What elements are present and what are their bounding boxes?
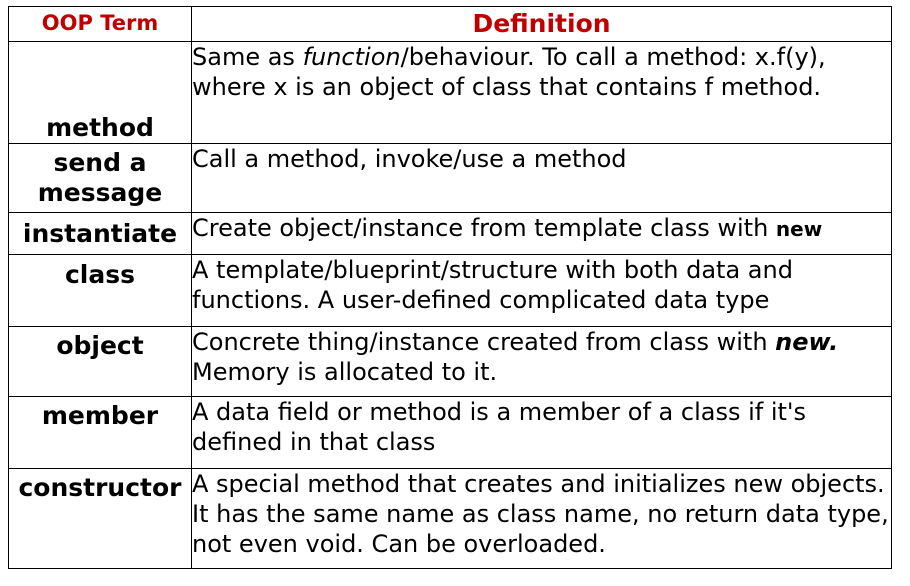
definition-cell: Call a method, invoke/use a method (191, 143, 892, 213)
table-row: object Concrete thing/instance created f… (8, 326, 892, 397)
definition-emphasis: new. (775, 328, 839, 356)
term-label: object (56, 331, 144, 360)
header-row: OOP Term Definition (8, 6, 892, 42)
table-row: constructor A special method that create… (8, 468, 892, 569)
definition-text: A special method that creates and initia… (192, 470, 889, 558)
table-row: instantiate Create object/instance from … (8, 212, 892, 255)
definition-text: Memory is allocated to it. (192, 358, 498, 386)
term-cell: class (8, 254, 192, 327)
term-cell: constructor (8, 468, 192, 569)
term-label: member (41, 401, 159, 430)
definition-text: Same as (192, 43, 303, 71)
term-label: instantiate (22, 218, 178, 248)
definition-cell: Same as function/behaviour. To call a me… (191, 41, 892, 144)
definition-text: Call a method, invoke/use a method (192, 145, 627, 173)
term-label: send a message (37, 148, 163, 207)
definition-cell: Create object/instance from template cla… (191, 212, 892, 255)
header-term: OOP Term (8, 6, 192, 42)
term-cell: method (8, 41, 192, 144)
definition-text: Create object/instance from template cla… (192, 214, 776, 242)
term-label: class (64, 260, 136, 289)
table-row: class A template/blueprint/structure wit… (8, 254, 892, 327)
table-row: member A data field or method is a membe… (8, 396, 892, 469)
definition-cell: A special method that creates and initia… (191, 468, 892, 569)
definition-cell: Concrete thing/instance created from cla… (191, 326, 892, 397)
term-cell: send a message (8, 143, 192, 213)
oop-terms-table: OOP Term Definition method Same as funct… (8, 6, 892, 569)
definition-text: Concrete thing/instance created from cla… (192, 328, 776, 356)
header-definition: Definition (191, 6, 892, 42)
table-row: send a message Call a method, invoke/use… (8, 143, 892, 213)
definition-text: A template/blueprint/structure with both… (192, 256, 793, 314)
term-cell: instantiate (8, 212, 192, 255)
term-label: method (46, 113, 154, 142)
definition-cell: A template/blueprint/structure with both… (191, 254, 892, 327)
table-row: method Same as function/behaviour. To ca… (8, 41, 892, 144)
term-label: constructor (18, 473, 182, 502)
definition-emphasis: function (302, 43, 401, 71)
definition-keyword: new (775, 217, 823, 241)
definition-cell: A data field or method is a member of a … (191, 396, 892, 469)
term-cell: member (8, 396, 192, 469)
definition-text: A data field or method is a member of a … (192, 398, 807, 456)
term-cell: object (8, 326, 192, 397)
